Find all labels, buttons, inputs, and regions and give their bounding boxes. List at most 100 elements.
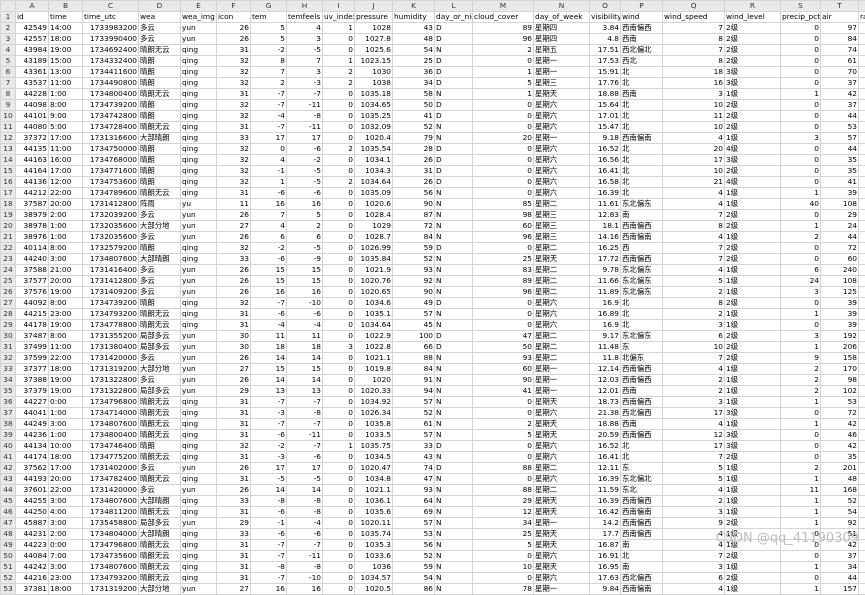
cell[interactable]: 1级 [725, 386, 781, 397]
cell[interactable]: 32 [217, 441, 251, 452]
cell[interactable]: 1 [781, 474, 821, 485]
cell[interactable]: -6 [251, 430, 287, 441]
cell[interactable]: wind [621, 12, 663, 23]
cell[interactable]: 3级 [725, 408, 781, 419]
cell[interactable]: 0 [781, 298, 821, 309]
cell[interactable]: yun [181, 23, 217, 34]
cell[interactable]: -5 [287, 45, 323, 56]
cell[interactable]: 206 [821, 342, 859, 353]
cell[interactable]: 0 [859, 100, 865, 111]
cell[interactable]: -7 [251, 419, 287, 430]
cell[interactable]: -11 [287, 430, 323, 441]
cell[interactable]: 0 [473, 397, 534, 408]
cell[interactable]: -6 [287, 309, 323, 320]
cell[interactable]: 0 [473, 100, 534, 111]
cell[interactable]: 1026.34 [355, 408, 393, 419]
cell[interactable]: 1036 [355, 562, 393, 573]
cell[interactable]: 21:00 [49, 265, 83, 276]
cell[interactable]: day_of_week [534, 12, 590, 23]
cell[interactable]: 晴朗无云 [139, 188, 181, 199]
cell[interactable]: -7 [251, 573, 287, 584]
cell[interactable]: 2 [663, 496, 725, 507]
cell[interactable]: 1034.8 [355, 474, 393, 485]
cell[interactable]: 大部分地 [139, 584, 181, 595]
cell[interactable]: 92 [393, 276, 435, 287]
cell[interactable]: 北 [621, 111, 663, 122]
cell[interactable]: N [435, 485, 473, 496]
cell[interactable]: 0 [323, 320, 355, 331]
cell[interactable]: 1020.76 [355, 276, 393, 287]
cell[interactable]: 26 [217, 375, 251, 386]
cell[interactable]: 0 [323, 518, 355, 529]
cell[interactable]: 17 [663, 155, 725, 166]
cell[interactable]: 7 [287, 56, 323, 67]
cell[interactable]: 16.89 [590, 309, 621, 320]
cell[interactable]: 1734807600 [83, 496, 139, 507]
cell[interactable]: 50 [473, 342, 534, 353]
cell[interactable]: 2级 [725, 331, 781, 342]
cell[interactable]: 5 [663, 276, 725, 287]
cell[interactable]: 星期一 [534, 386, 590, 397]
cell[interactable]: 东北偏北 [621, 474, 663, 485]
cell[interactable]: -7 [287, 397, 323, 408]
row-number[interactable]: 4 [1, 45, 16, 56]
cell[interactable]: 89 [473, 276, 534, 287]
cell[interactable]: 西北偏西 [621, 408, 663, 419]
cell[interactable]: 5 [287, 210, 323, 221]
cell[interactable]: 多云 [139, 210, 181, 221]
cell[interactable]: 0 [781, 408, 821, 419]
cell[interactable]: -8 [287, 111, 323, 122]
cell[interactable]: 48 [821, 474, 859, 485]
cell[interactable]: time_utc [83, 12, 139, 23]
cell[interactable]: 0 [781, 111, 821, 122]
cell[interactable]: 2 [323, 144, 355, 155]
cell[interactable]: 0 [473, 188, 534, 199]
cell[interactable]: 10:00 [49, 441, 83, 452]
cell[interactable]: 多云 [139, 375, 181, 386]
cell[interactable]: 36 [393, 67, 435, 78]
cell[interactable]: 1级 [725, 397, 781, 408]
cell[interactable]: qing [181, 540, 217, 551]
cell[interactable]: 1035.1 [355, 309, 393, 320]
cell[interactable]: 88 [473, 485, 534, 496]
cell[interactable]: 96 [473, 287, 534, 298]
cell[interactable]: 星期六 [534, 177, 590, 188]
cell[interactable]: 1 [781, 397, 821, 408]
cell[interactable]: 31 [217, 408, 251, 419]
cell[interactable]: 17 [251, 133, 287, 144]
cell[interactable]: 星期一 [534, 56, 590, 67]
cell[interactable]: 1734778800 [83, 320, 139, 331]
cell[interactable]: 37379 [16, 386, 49, 397]
cell[interactable]: 0 [473, 298, 534, 309]
cell[interactable]: 2级 [725, 298, 781, 309]
cell[interactable]: 2 [323, 67, 355, 78]
cell[interactable]: 12.01 [590, 386, 621, 397]
cell[interactable]: 4 [663, 232, 725, 243]
cell[interactable]: N [435, 584, 473, 595]
cell[interactable]: 26 [217, 287, 251, 298]
cell[interactable]: 0 [323, 254, 355, 265]
cell[interactable]: 44215 [16, 309, 49, 320]
cell[interactable]: 3 [781, 133, 821, 144]
cell[interactable]: N [435, 133, 473, 144]
cell[interactable]: 南 [621, 562, 663, 573]
cell[interactable]: 0 [859, 78, 865, 89]
cell[interactable]: 108 [821, 199, 859, 210]
cell[interactable]: 11:00 [49, 144, 83, 155]
cell[interactable]: temfeels [287, 12, 323, 23]
cell[interactable]: 星期二 [534, 353, 590, 364]
cell[interactable]: 16.52 [590, 144, 621, 155]
cell[interactable]: 0 [859, 56, 865, 67]
cell[interactable]: 3 [781, 331, 821, 342]
cell[interactable]: D [435, 331, 473, 342]
cell[interactable]: 7 [663, 551, 725, 562]
cell[interactable]: 44041 [16, 408, 49, 419]
cell[interactable]: 北 [621, 144, 663, 155]
cell[interactable]: 2级 [725, 210, 781, 221]
cell[interactable]: 30 [217, 331, 251, 342]
cell[interactable]: 17:00 [49, 166, 83, 177]
cell[interactable]: 9:00 [49, 111, 83, 122]
cell[interactable]: 1020.6 [355, 199, 393, 210]
cell[interactable]: precip_pct [781, 12, 821, 23]
cell[interactable]: 1 [323, 23, 355, 34]
